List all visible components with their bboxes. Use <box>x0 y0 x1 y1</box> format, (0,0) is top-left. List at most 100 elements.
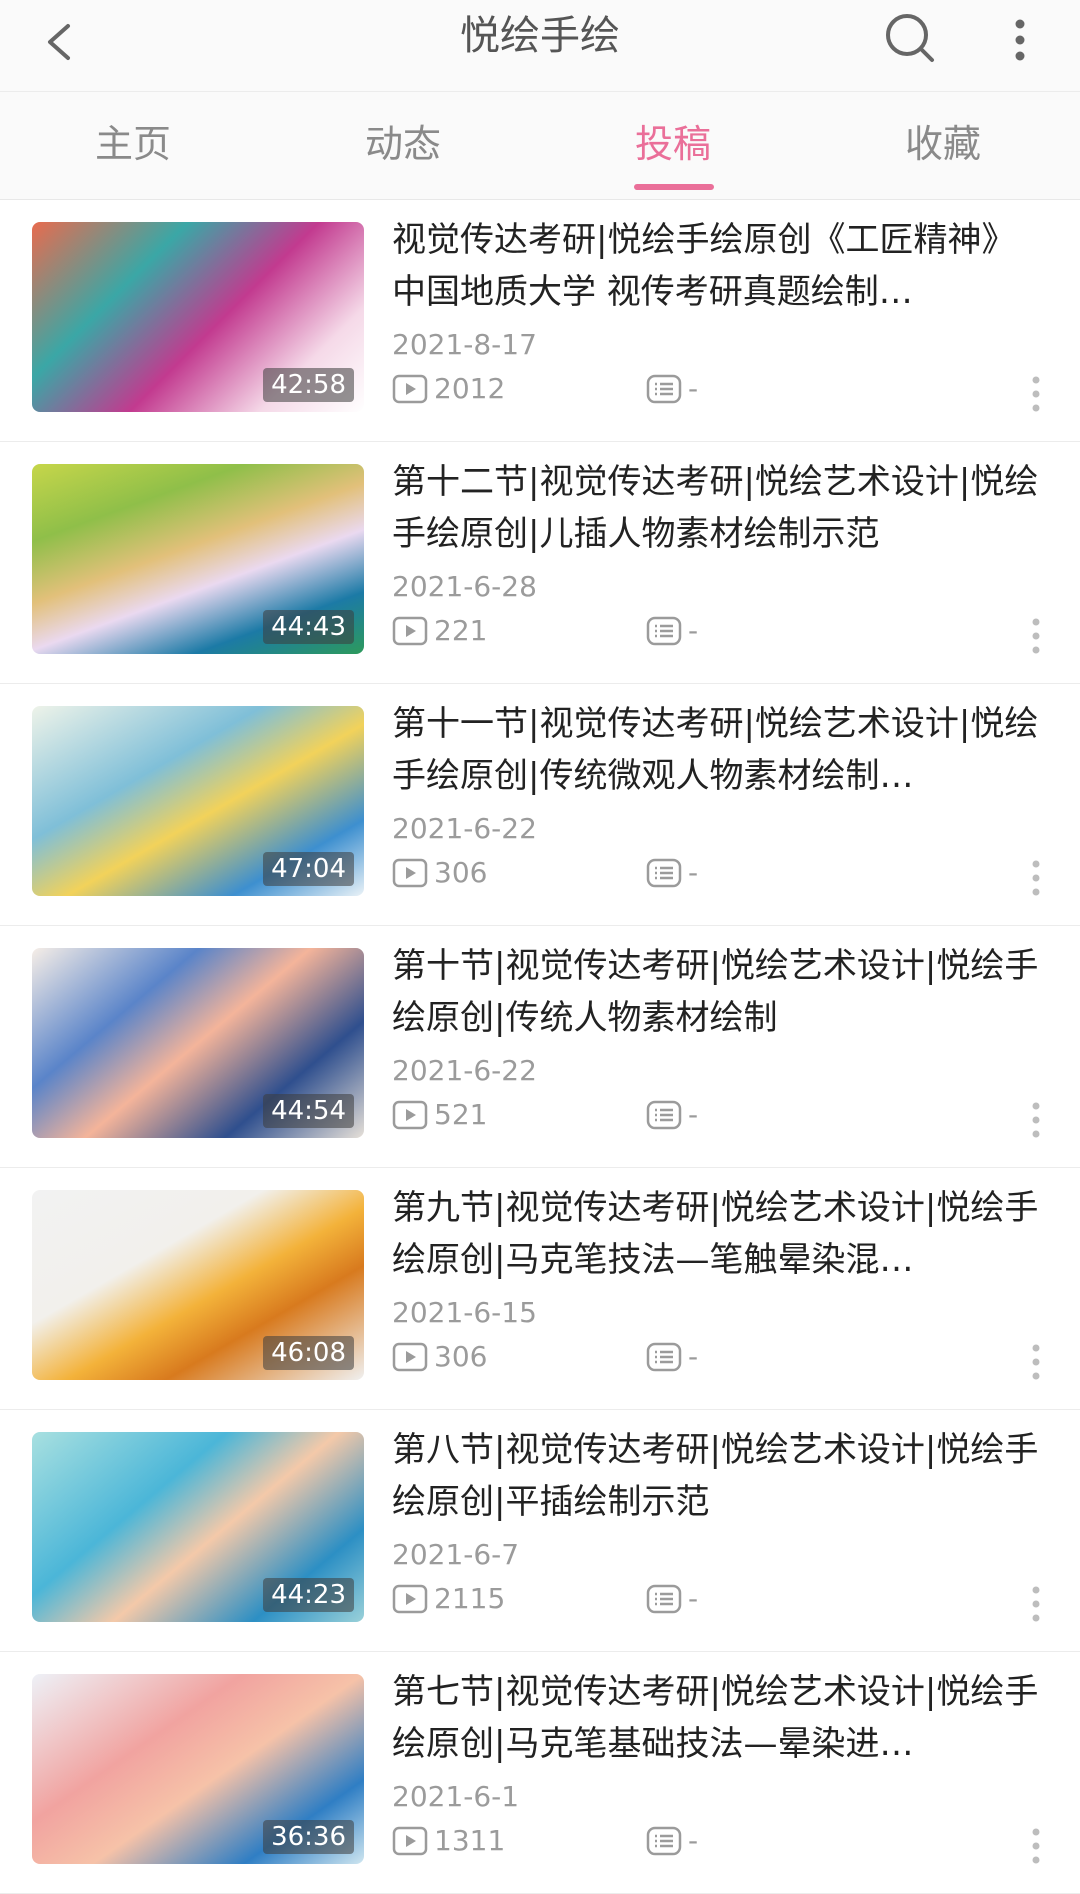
video-thumbnail[interactable]: 36:36 <box>32 1674 364 1864</box>
video-title[interactable]: 第十一节|视觉传达考研|悦绘艺术设计|悦绘手绘原创|传统微观人物素材绘制… <box>392 698 1042 802</box>
danmaku-count-value: - <box>688 1098 699 1131</box>
danmaku-count: - <box>646 1582 698 1616</box>
tab-bar: 主页 动态 投稿 收藏 <box>0 92 1080 200</box>
more-vertical-icon <box>1032 1102 1040 1138</box>
video-duration: 44:54 <box>263 1094 354 1128</box>
view-count: 1311 <box>392 1824 505 1858</box>
video-thumbnail[interactable]: 42:58 <box>32 222 364 412</box>
item-more-button[interactable] <box>1026 1824 1046 1868</box>
more-options-button[interactable] <box>1000 10 1040 70</box>
video-title[interactable]: 第十二节|视觉传达考研|悦绘艺术设计|悦绘手绘原创|儿插人物素材绘制示范 <box>392 456 1042 560</box>
danmaku-count-value: - <box>688 1824 699 1857</box>
video-title[interactable]: 第十节|视觉传达考研|悦绘艺术设计|悦绘手绘原创|传统人物素材绘制 <box>392 940 1042 1044</box>
play-icon <box>392 374 428 404</box>
video-title[interactable]: 第七节|视觉传达考研|悦绘艺术设计|悦绘手绘原创|马克笔基础技法—晕染进… <box>392 1666 1042 1770</box>
active-tab-indicator <box>634 184 714 190</box>
video-list: 42:58 视觉传达考研|悦绘手绘原创《工匠精神》中国地质大学 视传考研真题绘制… <box>0 200 1080 1894</box>
video-duration: 44:43 <box>263 610 354 644</box>
danmaku-count: - <box>646 1824 698 1858</box>
video-list-item[interactable]: 42:58 视觉传达考研|悦绘手绘原创《工匠精神》中国地质大学 视传考研真题绘制… <box>0 200 1080 442</box>
danmaku-count: - <box>646 1098 698 1132</box>
play-icon <box>392 1342 428 1372</box>
video-date: 2021-6-15 <box>392 1296 537 1329</box>
video-title[interactable]: 第八节|视觉传达考研|悦绘艺术设计|悦绘手绘原创|平插绘制示范 <box>392 1424 1042 1528</box>
danmaku-count-value: - <box>688 372 699 405</box>
item-more-button[interactable] <box>1026 372 1046 416</box>
tab-dynamics[interactable]: 动态 <box>318 120 488 168</box>
video-list-item[interactable]: 44:43 第十二节|视觉传达考研|悦绘艺术设计|悦绘手绘原创|儿插人物素材绘制… <box>0 442 1080 684</box>
more-vertical-icon <box>1032 618 1040 654</box>
view-count-value: 2012 <box>434 372 506 405</box>
more-vertical-icon <box>1032 376 1040 412</box>
view-count: 306 <box>392 856 487 890</box>
video-duration: 44:23 <box>263 1578 354 1612</box>
more-vertical-icon <box>1015 19 1025 61</box>
danmaku-icon <box>646 1826 682 1856</box>
play-icon <box>392 1100 428 1130</box>
danmaku-count-value: - <box>688 1340 699 1373</box>
danmaku-icon <box>646 616 682 646</box>
video-date: 2021-6-22 <box>392 812 537 845</box>
search-icon <box>886 14 934 62</box>
item-more-button[interactable] <box>1026 1340 1046 1384</box>
play-icon <box>392 858 428 888</box>
play-icon <box>392 1584 428 1614</box>
play-icon <box>392 1826 428 1856</box>
view-count: 2012 <box>392 372 505 406</box>
top-bar: 悦绘手绘 <box>0 0 1080 92</box>
item-more-button[interactable] <box>1026 1582 1046 1626</box>
video-title[interactable]: 视觉传达考研|悦绘手绘原创《工匠精神》中国地质大学 视传考研真题绘制… <box>392 214 1042 318</box>
item-more-button[interactable] <box>1026 856 1046 900</box>
video-duration: 42:58 <box>263 368 354 402</box>
danmaku-icon <box>646 1100 682 1130</box>
danmaku-count: - <box>646 856 698 890</box>
tab-home[interactable]: 主页 <box>48 120 218 168</box>
danmaku-count: - <box>646 372 698 406</box>
video-date: 2021-6-7 <box>392 1538 520 1571</box>
video-list-item[interactable]: 46:08 第九节|视觉传达考研|悦绘艺术设计|悦绘手绘原创|马克笔技法—笔触晕… <box>0 1168 1080 1410</box>
danmaku-icon <box>646 1342 682 1372</box>
video-thumbnail[interactable]: 44:54 <box>32 948 364 1138</box>
danmaku-count: - <box>646 614 698 648</box>
video-duration: 46:08 <box>263 1336 354 1370</box>
view-count: 521 <box>392 1098 487 1132</box>
play-icon <box>392 616 428 646</box>
video-list-item[interactable]: 36:36 第七节|视觉传达考研|悦绘艺术设计|悦绘手绘原创|马克笔基础技法—晕… <box>0 1652 1080 1894</box>
video-title[interactable]: 第九节|视觉传达考研|悦绘艺术设计|悦绘手绘原创|马克笔技法—笔触晕染混… <box>392 1182 1042 1286</box>
view-count: 306 <box>392 1340 487 1374</box>
danmaku-icon <box>646 1584 682 1614</box>
danmaku-count-value: - <box>688 856 699 889</box>
view-count-value: 221 <box>434 614 488 647</box>
item-more-button[interactable] <box>1026 1098 1046 1142</box>
view-count-value: 306 <box>434 856 488 889</box>
view-count: 221 <box>392 614 487 648</box>
view-count-value: 2115 <box>434 1582 506 1615</box>
danmaku-count-value: - <box>688 1582 699 1615</box>
search-button[interactable] <box>880 8 940 68</box>
video-list-item[interactable]: 47:04 第十一节|视觉传达考研|悦绘艺术设计|悦绘手绘原创|传统微观人物素材… <box>0 684 1080 926</box>
view-count-value: 521 <box>434 1098 488 1131</box>
more-vertical-icon <box>1032 1586 1040 1622</box>
video-date: 2021-6-1 <box>392 1780 520 1813</box>
danmaku-icon <box>646 374 682 404</box>
danmaku-icon <box>646 858 682 888</box>
video-date: 2021-6-22 <box>392 1054 537 1087</box>
item-more-button[interactable] <box>1026 614 1046 658</box>
video-thumbnail[interactable]: 44:43 <box>32 464 364 654</box>
tab-submissions[interactable]: 投稿 <box>588 120 758 168</box>
video-list-item[interactable]: 44:23 第八节|视觉传达考研|悦绘艺术设计|悦绘手绘原创|平插绘制示范 20… <box>0 1410 1080 1652</box>
danmaku-count: - <box>646 1340 698 1374</box>
view-count: 2115 <box>392 1582 505 1616</box>
video-list-item[interactable]: 44:54 第十节|视觉传达考研|悦绘艺术设计|悦绘手绘原创|传统人物素材绘制 … <box>0 926 1080 1168</box>
video-thumbnail[interactable]: 47:04 <box>32 706 364 896</box>
video-date: 2021-6-28 <box>392 570 537 603</box>
video-date: 2021-8-17 <box>392 328 537 361</box>
tab-favorites[interactable]: 收藏 <box>858 120 1028 168</box>
video-duration: 47:04 <box>263 852 354 886</box>
video-thumbnail[interactable]: 46:08 <box>32 1190 364 1380</box>
video-duration: 36:36 <box>263 1820 354 1854</box>
video-thumbnail[interactable]: 44:23 <box>32 1432 364 1622</box>
view-count-value: 1311 <box>434 1824 506 1857</box>
danmaku-count-value: - <box>688 614 699 647</box>
more-vertical-icon <box>1032 1828 1040 1864</box>
